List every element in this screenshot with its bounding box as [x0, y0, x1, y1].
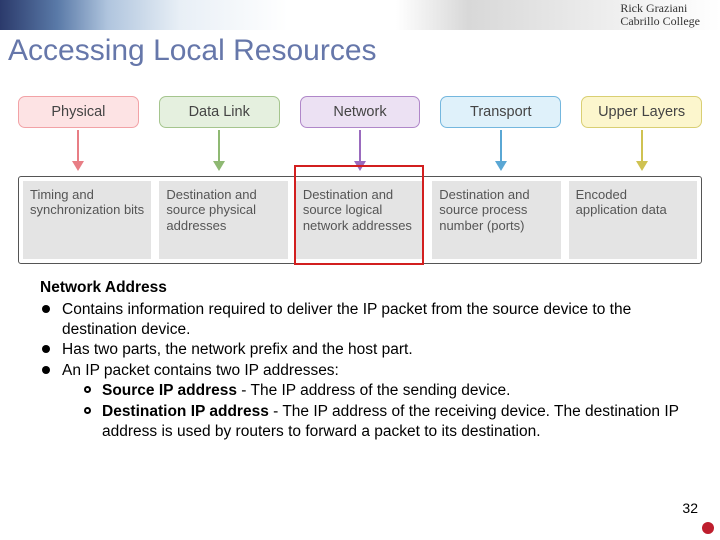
sub-text: - The IP address of the sending device. [237, 382, 510, 399]
sub-bullet-list: Source IP address - The IP address of th… [62, 381, 680, 441]
arrow-down-icon [77, 130, 79, 162]
content-heading: Network Address [40, 278, 680, 298]
desc-upperlayers: Encoded application data [569, 181, 697, 259]
credit-line2: Cabrillo College [620, 15, 700, 28]
layer-transport: Transport [440, 96, 561, 128]
sub-lead: Source IP address [102, 382, 237, 399]
layers-row: Physical Data Link Network Transport Upp… [18, 96, 702, 128]
bullet-item: Contains information required to deliver… [40, 300, 680, 340]
arrow-down-icon [500, 130, 502, 162]
page-number: 32 [682, 500, 698, 516]
desc-container: Timing and synchronization bits Destinat… [18, 176, 702, 264]
arrow-network [300, 128, 421, 176]
sub-bullet-item: Source IP address - The IP address of th… [84, 381, 680, 401]
content-block: Network Address Contains information req… [0, 264, 720, 442]
bullet-text: An IP packet contains two IP addresses: [62, 362, 339, 379]
page-title: Accessing Local Resources [0, 30, 720, 86]
layer-physical: Physical [18, 96, 139, 128]
slide-marker-icon [702, 522, 714, 534]
arrow-upperlayers [581, 128, 702, 176]
desc-datalink: Destination and source physical addresse… [159, 181, 287, 259]
layer-network: Network [300, 96, 421, 128]
bullet-item: An IP packet contains two IP addresses: … [40, 361, 680, 441]
arrow-datalink [159, 128, 280, 176]
desc-transport: Destination and source process number (p… [432, 181, 560, 259]
desc-physical: Timing and synchronization bits [23, 181, 151, 259]
layer-upperlayers: Upper Layers [581, 96, 702, 128]
credit-block: Rick Graziani Cabrillo College [620, 2, 700, 28]
arrow-down-icon [218, 130, 220, 162]
header-band: Rick Graziani Cabrillo College [0, 0, 720, 30]
sub-lead: Destination IP address [102, 403, 269, 420]
desc-network: Destination and source logical network a… [296, 181, 424, 259]
arrows-row [18, 128, 702, 176]
sub-bullet-item: Destination IP address - The IP address … [84, 402, 680, 442]
bullet-list: Contains information required to deliver… [40, 300, 680, 442]
arrow-transport [440, 128, 561, 176]
arrow-down-icon [359, 130, 361, 162]
layer-datalink: Data Link [159, 96, 280, 128]
arrow-physical [18, 128, 139, 176]
arrow-down-icon [641, 130, 643, 162]
desc-row: Timing and synchronization bits Destinat… [23, 181, 697, 259]
bullet-item: Has two parts, the network prefix and th… [40, 340, 680, 360]
layers-diagram: Physical Data Link Network Transport Upp… [18, 96, 702, 264]
